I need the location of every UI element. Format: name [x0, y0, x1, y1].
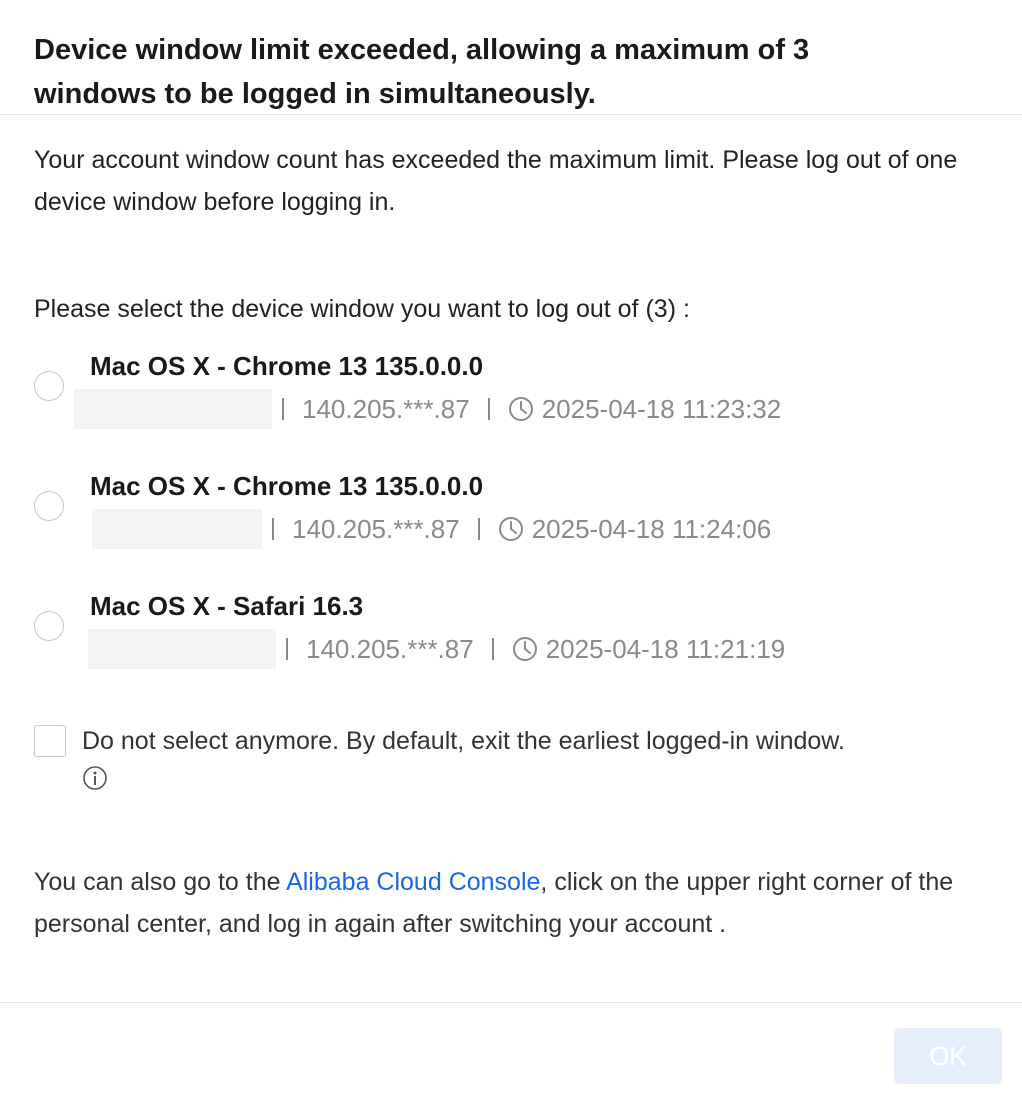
device-login-time: 2025-04-18 11:21:19	[545, 633, 786, 664]
redacted-location	[74, 389, 272, 429]
footer-note-before: You can also go to the	[34, 868, 287, 896]
alibaba-cloud-console-link[interactable]: Alibaba Cloud Console	[286, 868, 540, 896]
device-item[interactable]: Mac OS X - Safari 16.3 140.205.***.87 20…	[34, 589, 988, 709]
redacted-location	[88, 629, 276, 669]
device-ip: 140.205.***.87	[302, 393, 470, 424]
separator	[272, 518, 274, 540]
clock-icon	[512, 637, 537, 661]
separator	[282, 398, 284, 420]
device-login-time: 2025-04-18 11:23:32	[541, 393, 782, 424]
footer-note: You can also go to the Alibaba Cloud Con…	[34, 861, 994, 945]
device-item[interactable]: Mac OS X - Chrome 13 135.0.0.0 140.205.*…	[34, 349, 988, 469]
clock-icon	[498, 517, 523, 541]
device-name: Mac OS X - Chrome 13 135.0.0.0	[90, 471, 484, 501]
dialog-header: Device window limit exceeded, allowing a…	[0, 0, 1022, 115]
device-limit-dialog: Device window limit exceeded, allowing a…	[0, 0, 1022, 1096]
clock-icon	[508, 397, 533, 421]
device-meta: 140.205.***.87 2025-04-18 11:21:19	[74, 629, 785, 669]
device-radio[interactable]	[34, 611, 64, 641]
device-login-time: 2025-04-18 11:24:06	[531, 513, 772, 544]
dont-select-checkbox[interactable]	[34, 725, 66, 757]
device-meta: 140.205.***.87 2025-04-18 11:23:32	[74, 389, 781, 429]
device-meta: 140.205.***.87 2025-04-18 11:24:06	[74, 509, 771, 549]
ok-button[interactable]: OK	[894, 1028, 1002, 1084]
dialog-title: Device window limit exceeded, allowing a…	[34, 34, 810, 110]
device-ip: 140.205.***.87	[306, 633, 474, 664]
dont-select-label: Do not select anymore. By default, exit …	[82, 727, 845, 755]
device-list: Mac OS X - Chrome 13 135.0.0.0 140.205.*…	[34, 349, 988, 709]
dialog-description: Your account window count has exceeded t…	[34, 146, 958, 216]
separator	[477, 518, 480, 540]
redacted-location	[92, 509, 262, 549]
footer-divider	[0, 1002, 1022, 1003]
info-icon[interactable]	[82, 765, 108, 791]
device-ip: 140.205.***.87	[292, 513, 460, 544]
device-item[interactable]: Mac OS X - Chrome 13 135.0.0.0 140.205.*…	[34, 469, 988, 589]
device-radio[interactable]	[34, 371, 64, 401]
dialog-body: Your account window count has exceeded t…	[0, 139, 1022, 945]
device-name: Mac OS X - Safari 16.3	[90, 591, 364, 621]
select-prompt: Please select the device window you want…	[34, 295, 690, 323]
device-radio[interactable]	[34, 491, 64, 521]
device-name: Mac OS X - Chrome 13 135.0.0.0	[90, 351, 484, 381]
separator	[487, 398, 490, 420]
dont-select-option[interactable]: Do not select anymore. By default, exit …	[34, 721, 988, 811]
separator	[286, 638, 288, 660]
separator	[491, 638, 494, 660]
